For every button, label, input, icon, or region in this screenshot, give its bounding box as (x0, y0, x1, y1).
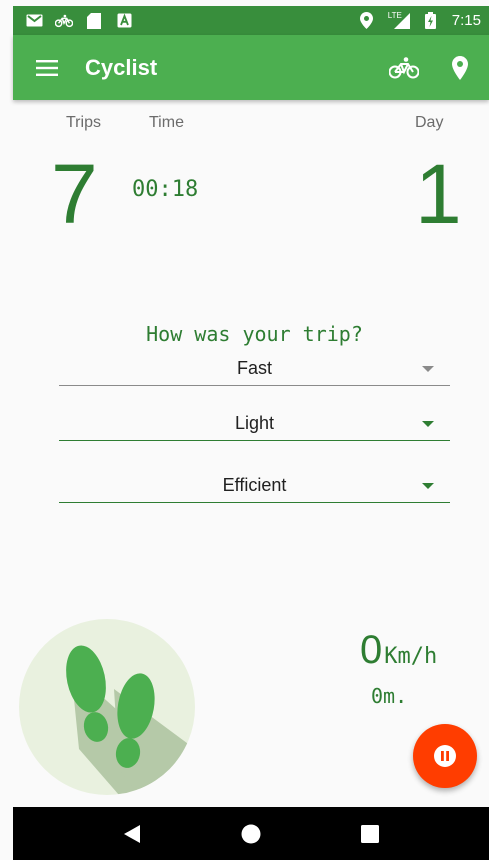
footsteps-icon (66, 645, 195, 795)
status-bar: LTE 7:15 (13, 6, 489, 35)
back-triangle-icon (124, 824, 141, 843)
status-left-icons (25, 12, 133, 29)
distance-value: 0m. (371, 684, 408, 708)
trip-question: How was your trip? (146, 322, 363, 346)
dropdown-arrow-icon (422, 483, 434, 489)
mail-icon (25, 13, 43, 29)
time-value: 00:18 (132, 177, 199, 202)
efficiency-rating-value: Efficient (222, 475, 287, 495)
signal-icon: LTE (387, 10, 410, 29)
select-underline (59, 385, 450, 386)
sd-card-icon (85, 12, 103, 29)
navigation-bar (13, 807, 489, 860)
bike-icon (55, 13, 73, 29)
speed-unit: Km/h (384, 644, 438, 669)
recents-square-icon (360, 824, 379, 843)
network-type-label: LTE (387, 10, 402, 20)
app-title: Cyclist (85, 54, 158, 80)
home-circle-icon (241, 824, 261, 843)
bike-icon (389, 56, 419, 78)
weight-rating-value: Light (234, 413, 275, 433)
day-label: Day (415, 114, 444, 131)
dropdown-arrow-icon (422, 366, 434, 372)
screen: LTE 7:15 Cyclist Trips Time Day 7 00:18 … (0, 0, 489, 860)
back-button[interactable] (112, 814, 152, 854)
select-underline (59, 502, 450, 503)
menu-button[interactable] (33, 54, 61, 82)
bike-mode-button[interactable] (387, 51, 421, 85)
status-right-icons: LTE 7:15 (358, 10, 481, 29)
recents-button[interactable] (350, 814, 390, 854)
home-button[interactable] (231, 814, 271, 854)
speed-value: 0 (360, 628, 383, 672)
app-actions (387, 51, 477, 85)
location-icon (358, 12, 376, 29)
weight-rating-select[interactable]: Light (59, 407, 450, 441)
app-bar: Cyclist (13, 35, 489, 100)
day-value: 1 (415, 147, 462, 241)
location-pin-icon (452, 55, 468, 80)
speed-display: 0 Km/h (360, 628, 437, 673)
efficiency-rating-select[interactable]: Efficient (59, 469, 450, 503)
pause-icon (434, 745, 456, 767)
footsteps-illustration (19, 619, 195, 795)
trips-value: 7 (51, 147, 98, 241)
dropdown-arrow-icon (422, 421, 434, 427)
status-time: 7:15 (451, 12, 481, 29)
battery-icon (422, 12, 440, 29)
speed-rating-select[interactable]: Fast (59, 352, 450, 386)
select-underline (59, 440, 450, 441)
hamburger-icon (36, 59, 58, 76)
trips-label: Trips (66, 114, 101, 131)
pause-button[interactable] (413, 724, 477, 788)
speed-rating-value: Fast (236, 358, 272, 378)
location-button[interactable] (443, 51, 477, 85)
time-label: Time (149, 114, 184, 131)
a-icon (115, 13, 133, 29)
